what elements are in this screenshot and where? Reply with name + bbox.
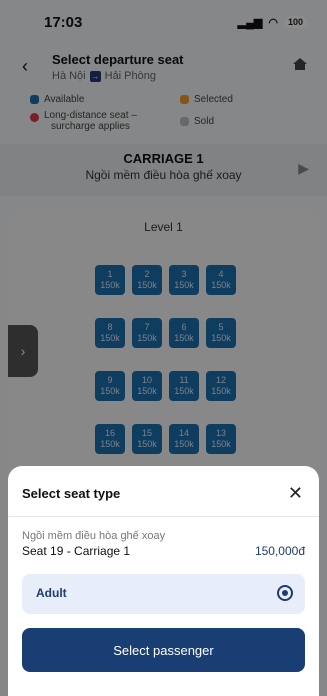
seat-info: Seat 19 - Carriage 1: [22, 544, 131, 558]
passenger-type-option[interactable]: Adult: [22, 574, 305, 614]
close-icon[interactable]: ✕: [288, 483, 303, 504]
app-screen: 17:03 ▂▄▆ ◠ 100 ‹ Select departure seat …: [0, 0, 327, 696]
select-passenger-button[interactable]: Select passenger: [22, 628, 305, 672]
sheet-title: Select seat type: [22, 486, 121, 501]
passenger-type-label: Adult: [36, 586, 67, 600]
seat-type-label: Ngồi mềm điều hòa ghế xoay: [22, 530, 166, 542]
radio-selected-icon[interactable]: [277, 585, 293, 601]
seat-price: 150,000đ: [254, 544, 305, 558]
seat-type-sheet: Select seat type ✕ Ngồi mềm điều hòa ghế…: [8, 466, 319, 696]
divider: [8, 516, 319, 517]
